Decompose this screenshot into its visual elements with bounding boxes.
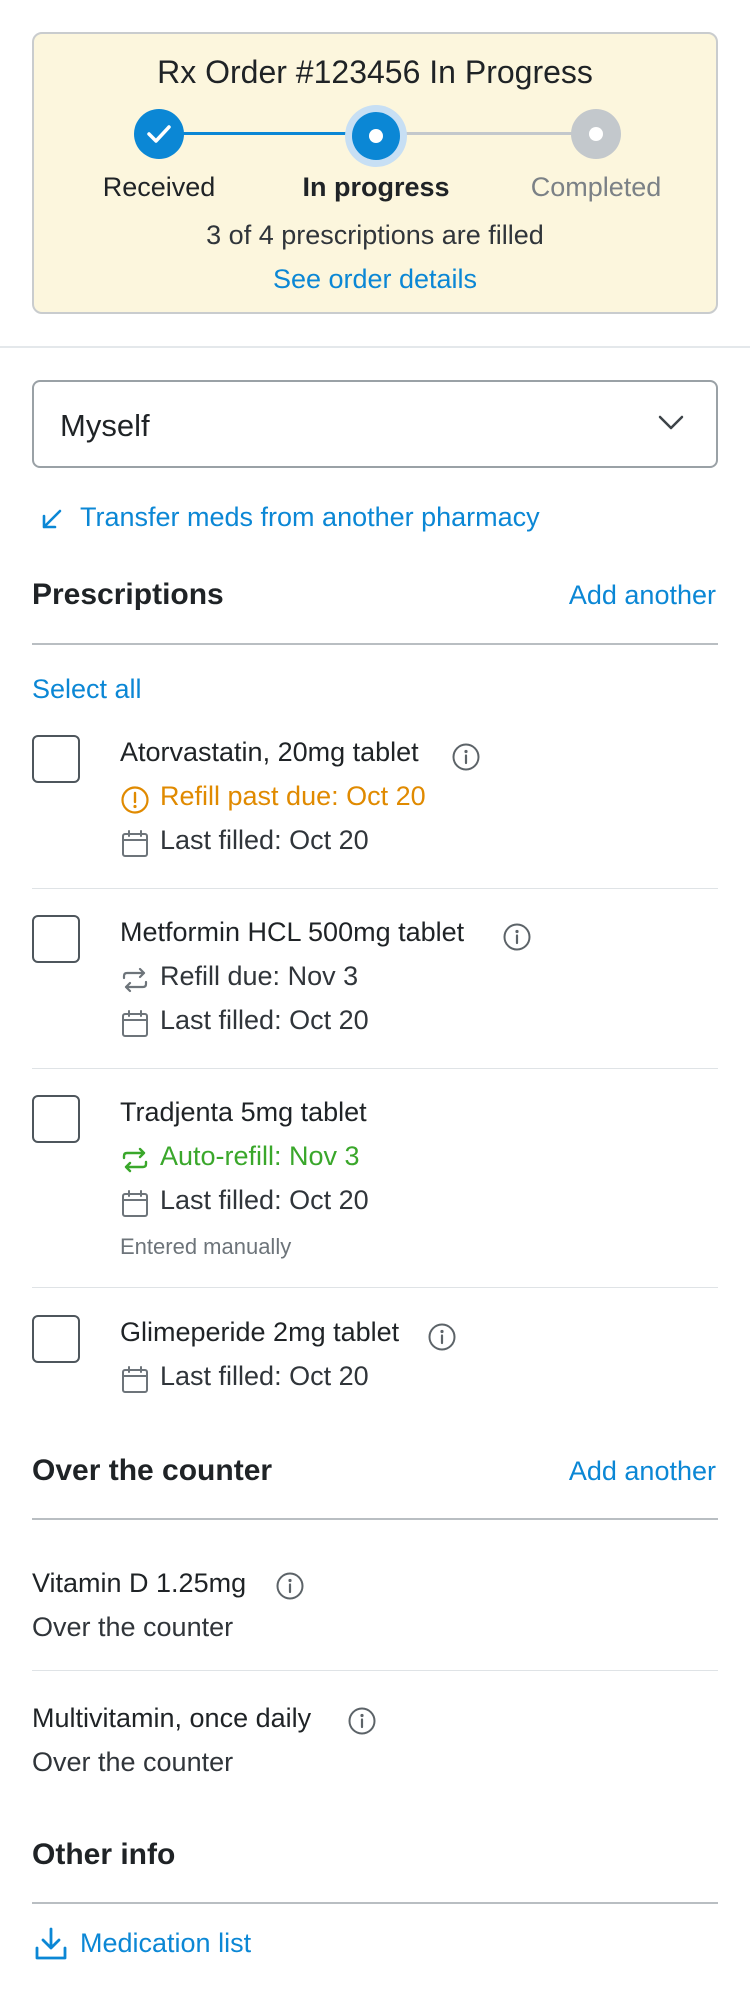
calendar-icon <box>122 830 148 857</box>
patient-select[interactable]: Myself <box>32 380 718 468</box>
refill-status-text: Auto-refill: Nov 3 <box>160 1141 360 1171</box>
patient-select-value: Myself <box>60 408 150 443</box>
repeat-icon <box>122 967 148 993</box>
refill-status-text: Refill past due: Oct 20 <box>160 781 426 811</box>
otc-item-type: Over the counter <box>32 1612 234 1642</box>
calendar-icon <box>122 1366 148 1393</box>
chevron-down-icon <box>658 415 684 430</box>
info-icon[interactable] <box>427 1322 457 1352</box>
step-label-received: Received <box>102 172 216 202</box>
otc-heading: Over the counter <box>32 1454 273 1487</box>
order-status-card: Rx Order #123456 In Progress Received In… <box>32 32 718 314</box>
refill-status-text: Refill due: Nov 3 <box>160 961 359 991</box>
transfer-meds-label: Transfer meds from another pharmacy <box>80 502 540 532</box>
step-in-progress-icon <box>352 112 400 160</box>
step-received-check-icon <box>134 109 184 159</box>
info-icon[interactable] <box>275 1571 305 1601</box>
prescription-checkbox[interactable] <box>32 735 80 783</box>
prescription-checkbox[interactable] <box>32 915 80 963</box>
select-all-link[interactable]: Select all <box>32 674 142 705</box>
auto-refill-icon <box>122 1147 148 1173</box>
last-filled-text: Last filled: Oct 20 <box>160 1185 369 1215</box>
step-label-in-progress: In progress <box>302 172 450 202</box>
prescription-name: Tradjenta 5mg tablet <box>120 1097 367 1127</box>
otc-item-name: Multivitamin, once daily <box>32 1703 312 1733</box>
otc-item-name: Vitamin D 1.25mg <box>32 1568 247 1598</box>
add-otc-button[interactable]: Add another <box>569 1456 716 1487</box>
entered-manually-note: Entered manually <box>120 1234 292 1259</box>
other-info-heading: Other info <box>32 1838 176 1871</box>
see-order-details-link[interactable]: See order details <box>34 264 716 295</box>
prescription-name: Glimeperide 2mg tablet <box>120 1317 400 1347</box>
medication-list-label: Medication list <box>80 1928 252 1958</box>
last-filled-text: Last filled: Oct 20 <box>160 1361 369 1391</box>
info-icon[interactable] <box>502 922 532 952</box>
otc-item-type: Over the counter <box>32 1747 234 1777</box>
other-info-divider <box>32 1902 718 1904</box>
prescription-checkbox[interactable] <box>32 1315 80 1363</box>
order-title: Rx Order #123456 In Progress <box>157 54 593 90</box>
prescription-name: Metformin HCL 500mg tablet <box>120 917 465 947</box>
arrow-down-left-icon <box>42 509 62 529</box>
info-icon[interactable] <box>347 1706 377 1736</box>
row-divider <box>32 1670 718 1671</box>
prescription-name: Atorvastatin, 20mg tablet <box>120 737 419 767</box>
step-label-completed: Completed <box>530 172 662 202</box>
prescriptions-heading: Prescriptions <box>32 578 224 611</box>
info-icon[interactable] <box>451 742 481 772</box>
calendar-icon <box>122 1190 148 1217</box>
last-filled-text: Last filled: Oct 20 <box>160 825 369 855</box>
row-divider <box>32 1287 718 1288</box>
last-filled-text: Last filled: Oct 20 <box>160 1005 369 1035</box>
otc-divider <box>32 1518 718 1520</box>
row-divider <box>32 1068 718 1069</box>
prescriptions-divider <box>32 643 718 645</box>
calendar-icon <box>122 1010 148 1037</box>
step-completed-icon <box>571 109 621 159</box>
order-summary: 3 of 4 prescriptions are filled <box>206 220 544 250</box>
add-prescription-button[interactable]: Add another <box>569 580 716 611</box>
download-icon <box>35 1927 67 1960</box>
section-divider <box>0 346 750 348</box>
alert-circle-icon <box>121 786 149 814</box>
prescription-checkbox[interactable] <box>32 1095 80 1143</box>
row-divider <box>32 888 718 889</box>
